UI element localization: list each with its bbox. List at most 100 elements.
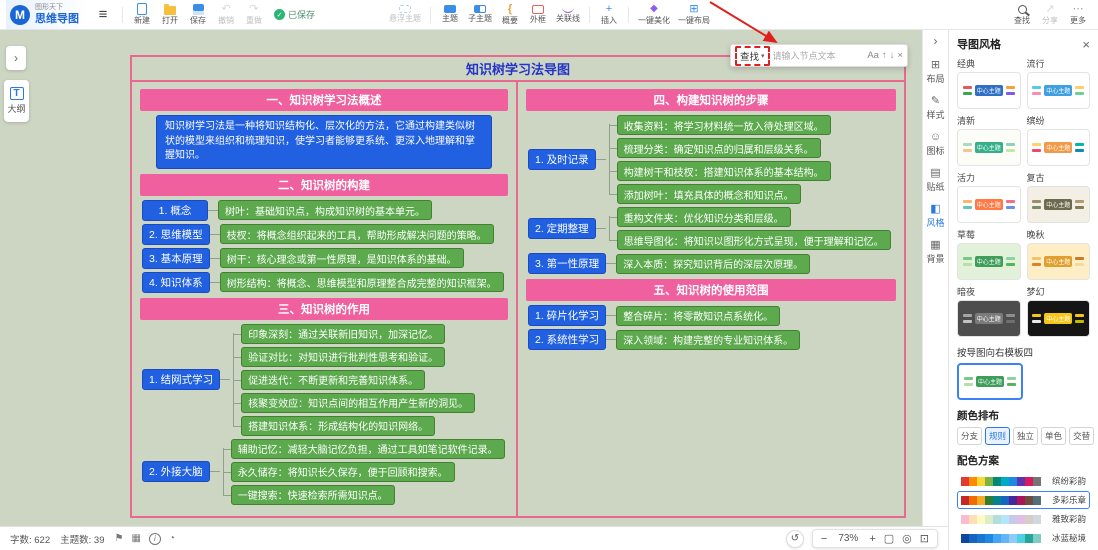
- theme-card[interactable]: 暗夜 中心主题: [957, 285, 1021, 337]
- layout-option-branch[interactable]: 分支: [957, 427, 982, 445]
- rail-item-theme-style[interactable]: ◧风格: [923, 199, 948, 234]
- topic-node[interactable]: 1. 及时记录: [528, 149, 596, 170]
- share-button[interactable]: ↗分享: [1036, 1, 1064, 29]
- fullscreen-icon[interactable]: ⊡: [920, 532, 929, 545]
- brand[interactable]: M 图形天下 思维导图: [6, 0, 89, 29]
- zoom-out-button[interactable]: −: [821, 533, 827, 545]
- theme-card[interactable]: 活力 中心主题: [957, 171, 1021, 223]
- subtopic-node[interactable]: 验证对比：对知识进行批判性思考和验证。: [241, 347, 445, 367]
- theme-card[interactable]: 梦幻 中心主题: [1027, 285, 1091, 337]
- intro-node[interactable]: 知识树学习法是一种将知识结构化、层次化的方法，它通过构建类似树状的模型来组织和梳…: [156, 115, 492, 169]
- rail-item-style[interactable]: ✎样式: [923, 91, 948, 126]
- topic-node[interactable]: 1. 碎片化学习: [528, 305, 606, 326]
- color-scheme-row[interactable]: 雅致彩韵: [957, 510, 1090, 528]
- find-button[interactable]: 查找: [1008, 1, 1036, 29]
- relation-line-button[interactable]: 关联线: [552, 1, 584, 29]
- zoom-in-button[interactable]: +: [869, 533, 875, 545]
- find-previous-button[interactable]: ↑: [882, 50, 887, 61]
- rail-item-stickers[interactable]: ▤贴纸: [923, 163, 948, 198]
- summary-button[interactable]: {概要: [496, 1, 524, 29]
- subtopic-node[interactable]: 整合碎片：将零散知识点系统化。: [616, 306, 780, 326]
- auto-layout-button[interactable]: ⊞一键布局: [674, 1, 714, 29]
- menu-button[interactable]: ≡: [89, 1, 117, 29]
- theme-card[interactable]: 缤纷 中心主题: [1027, 114, 1091, 166]
- panel-collapse-button[interactable]: ›: [934, 34, 938, 48]
- rail-item-icons[interactable]: ☺图标: [923, 127, 948, 162]
- subtopic-node[interactable]: 收集资料：将学习材料统一放入待处理区域。: [617, 115, 831, 135]
- outline-button[interactable]: T 大纲: [4, 80, 29, 122]
- redo-button[interactable]: ↷重做: [240, 1, 268, 29]
- layout-option-regular[interactable]: 规则: [985, 427, 1010, 445]
- topic-node[interactable]: 2. 思维模型: [142, 224, 210, 245]
- reset-view-button[interactable]: ↺: [786, 530, 804, 548]
- subtopic-node[interactable]: 辅助记忆：减轻大脑记忆负担，通过工具如笔记软件记录。: [231, 439, 505, 459]
- section-header-node[interactable]: 三、知识树的作用: [140, 298, 508, 320]
- undo-button[interactable]: ↶撤销: [212, 1, 240, 29]
- theme-card[interactable]: 经典 中心主题: [957, 57, 1021, 109]
- insert-button[interactable]: +插入: [595, 1, 623, 29]
- close-panel-button[interactable]: ×: [1082, 38, 1090, 51]
- section-header-node[interactable]: 一、知识树学习法概述: [140, 89, 508, 111]
- color-scheme-row-selected[interactable]: 多彩乐章: [957, 491, 1090, 509]
- subtopic-node[interactable]: 枝杈：将概念组织起来的工具，帮助形成解决问题的策略。: [220, 224, 494, 244]
- theme-card[interactable]: 复古 中心主题: [1027, 171, 1091, 223]
- flag-icon[interactable]: ⚑: [115, 533, 124, 544]
- subtopic-node[interactable]: 构建树干和枝杈：搭建知识体系的基本结构。: [617, 161, 831, 181]
- section-header-node[interactable]: 五、知识树的使用范围: [526, 279, 896, 301]
- theme-card[interactable]: 晚秋 中心主题: [1027, 228, 1091, 280]
- subtopic-node[interactable]: 树形结构：将概念、思维模型和原理整合成完整的知识框架。: [220, 272, 504, 292]
- topic-node[interactable]: 1. 结网式学习: [142, 369, 220, 390]
- topic-node[interactable]: 3. 基本原理: [142, 248, 210, 269]
- save-button[interactable]: 保存: [184, 1, 212, 29]
- subtopic-node[interactable]: 促进迭代：不断更新和完善知识体系。: [241, 370, 425, 390]
- subtopic-node[interactable]: 梳理分类：确定知识点的归属和层级关系。: [617, 138, 821, 158]
- board-icon[interactable]: ▦: [131, 533, 140, 544]
- subtopic-node[interactable]: 深入领域：构建完整的专业知识体系。: [616, 330, 800, 350]
- close-search-button[interactable]: ×: [897, 50, 903, 61]
- color-scheme-row[interactable]: 冰蓝秘境: [957, 529, 1090, 547]
- section-header-node[interactable]: 二、知识树的构建: [140, 174, 508, 196]
- locate-center-icon[interactable]: ◎: [902, 532, 912, 545]
- theme-card[interactable]: 流行 中心主题: [1027, 57, 1091, 109]
- subtopic-node[interactable]: 深入本质：探究知识背后的深层次原理。: [616, 254, 810, 274]
- subtopic-node[interactable]: 永久储存：将知识长久保存，便于回顾和搜索。: [231, 462, 455, 482]
- fit-screen-icon[interactable]: ▢: [884, 532, 894, 545]
- layout-option-alternate[interactable]: 交替: [1069, 427, 1094, 445]
- topic-node[interactable]: 4. 知识体系: [142, 272, 210, 293]
- rail-item-layout[interactable]: ⊞布局: [923, 55, 948, 90]
- topic-button[interactable]: 主题: [436, 1, 464, 29]
- subtopic-node[interactable]: 核聚变效应：知识点间的相互作用产生新的洞见。: [241, 393, 475, 413]
- layout-option-mono[interactable]: 单色: [1041, 427, 1066, 445]
- topic-node[interactable]: 2. 系统性学习: [528, 329, 606, 350]
- topic-node[interactable]: 2. 外接大脑: [142, 461, 210, 482]
- boundary-button[interactable]: 外框: [524, 1, 552, 29]
- search-mode-dropdown[interactable]: 查找 ▾: [735, 46, 770, 66]
- section-header-node[interactable]: 四、构建知识树的步骤: [526, 89, 896, 111]
- subtopic-node[interactable]: 搭建知识体系：形成结构化的知识网络。: [241, 416, 435, 436]
- subtopic-node[interactable]: 树干：核心理念或第一性原理，是知识体系的基础。: [220, 248, 464, 268]
- more-button[interactable]: ⋯更多: [1064, 1, 1092, 29]
- subtopic-node[interactable]: 一键搜索：快速检索所需知识点。: [231, 485, 395, 505]
- subtopic-node[interactable]: 思维导图化：将知识以图形化方式呈现，便于理解和记忆。: [617, 230, 891, 250]
- open-button[interactable]: 打开: [156, 1, 184, 29]
- clock-icon[interactable]: ◔: [169, 533, 175, 544]
- subtopic-node[interactable]: 树叶：基础知识点，构成知识树的基本单元。: [218, 200, 432, 220]
- map-canvas[interactable]: › T 大纲 查找 ▾ Aa ↑ ↓ × 知识树学习法导图 一、知识树学习法概述…: [0, 30, 922, 526]
- new-button[interactable]: 新建: [128, 1, 156, 29]
- find-next-button[interactable]: ↓: [890, 50, 895, 61]
- theme-card[interactable]: 草莓 中心主题: [957, 228, 1021, 280]
- floating-topic-button[interactable]: 悬浮主题: [385, 1, 425, 29]
- topic-node[interactable]: 3. 第一性原理: [528, 253, 606, 274]
- left-panel-expand-button[interactable]: ›: [6, 46, 26, 70]
- match-case-toggle[interactable]: Aa: [867, 50, 879, 61]
- info-icon[interactable]: i: [149, 533, 161, 545]
- layout-option-independent[interactable]: 独立: [1013, 427, 1038, 445]
- subtopic-node[interactable]: 印象深刻：通过关联新旧知识，加深记忆。: [241, 324, 445, 344]
- subtopic-button[interactable]: 子主题: [464, 1, 496, 29]
- beautify-button[interactable]: ◆一键美化: [634, 1, 674, 29]
- topic-node[interactable]: 2. 定期整理: [528, 218, 596, 239]
- rail-item-background[interactable]: ▦背景: [923, 235, 948, 270]
- color-scheme-row[interactable]: 缤纷彩韵: [957, 472, 1090, 490]
- subtopic-node[interactable]: 添加树叶：填充具体的概念和知识点。: [617, 184, 801, 204]
- search-input[interactable]: [773, 51, 865, 61]
